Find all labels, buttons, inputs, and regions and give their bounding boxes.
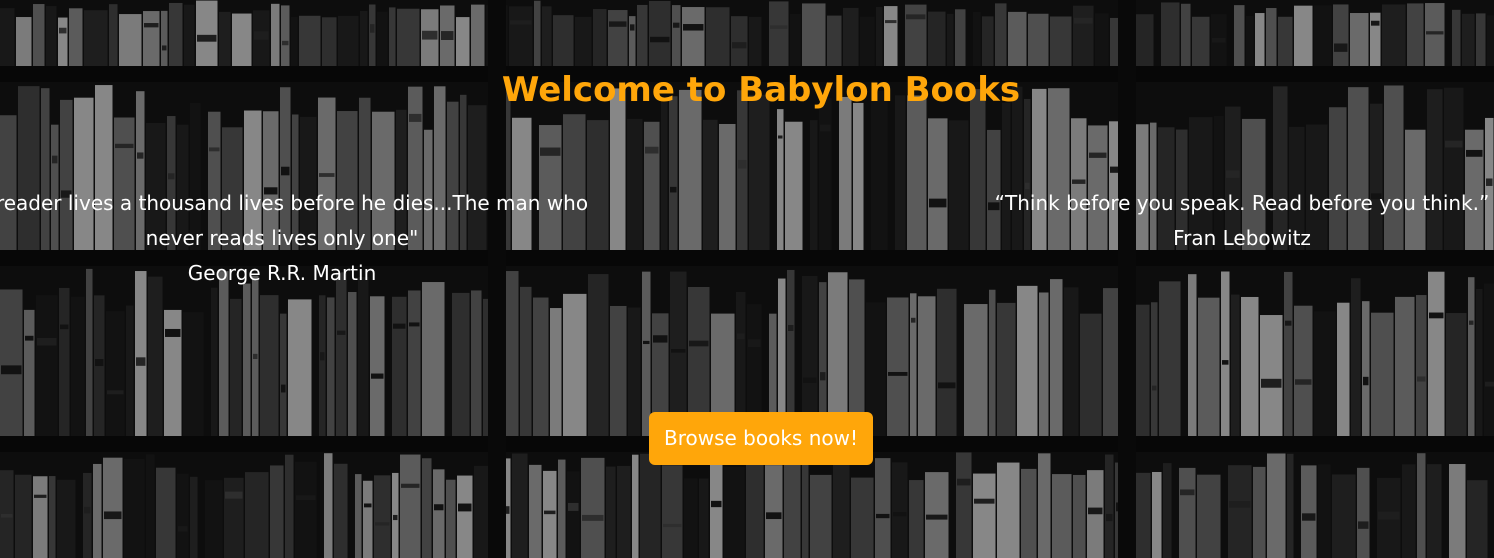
quote-text: A reader lives a thousand lives before h… [0,191,589,250]
browse-books-button[interactable]: Browse books now! [649,412,873,465]
quote-left: A reader lives a thousand lives before h… [0,186,590,291]
quote-right: “Think before you speak. Read before you… [972,186,1494,256]
quote-text: “Think before you speak. Read before you… [994,191,1490,215]
quote-author: Fran Lebowitz [1173,226,1311,250]
page-title: Welcome to Babylon Books [501,70,1021,110]
hero-section: Welcome to Babylon Books A reader lives … [0,0,1494,558]
quote-author: George R.R. Martin [187,261,377,285]
